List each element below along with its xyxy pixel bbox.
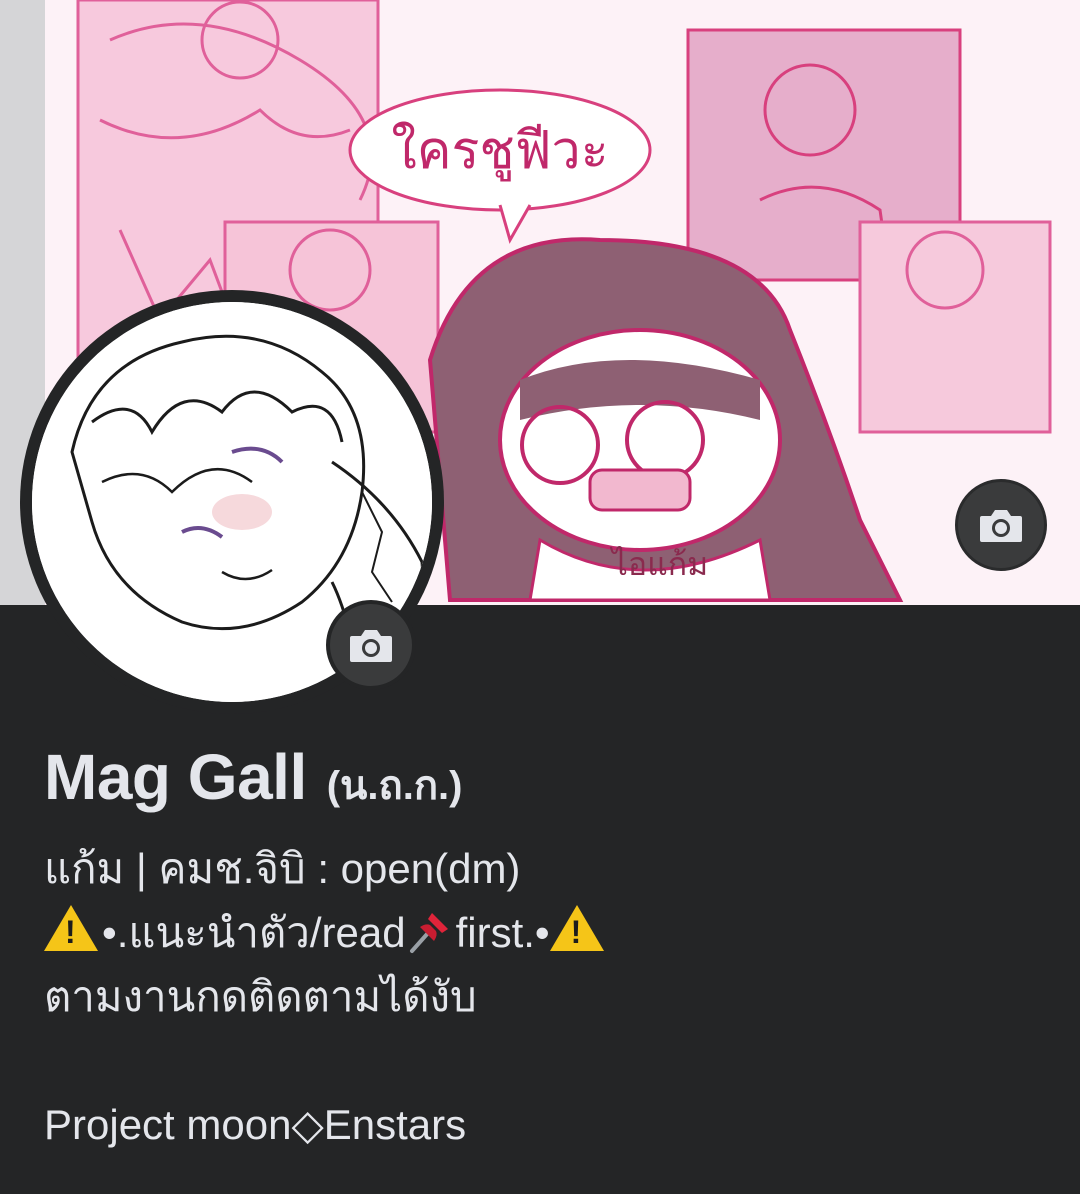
profile-bio: แก้ม | คมช.จิบิ : open(dm) •.แนะนำตัว/re… bbox=[44, 837, 1044, 1157]
cover-shirt-text: ไอแก้ม bbox=[609, 545, 708, 583]
bio-line-2-part-2: first.• bbox=[455, 909, 550, 956]
bio-line-2-part-1: •.แนะนำตัว/read bbox=[102, 909, 406, 956]
profile-name: Mag Gall bbox=[44, 741, 307, 813]
edit-profile-picture-button[interactable] bbox=[326, 600, 416, 690]
profile-name-row: Mag Gall (น.ถ.ก.) bbox=[44, 740, 1044, 817]
bio-line-1: แก้ม | คมช.จิบิ : open(dm) bbox=[44, 845, 521, 892]
profile-alternate-name: (น.ถ.ก.) bbox=[326, 764, 463, 808]
pushpin-icon bbox=[409, 913, 448, 953]
warning-icon bbox=[549, 905, 604, 951]
cover-speech-text: ใครชูฟีวะ bbox=[391, 121, 608, 182]
camera-icon bbox=[350, 630, 392, 662]
warning-icon bbox=[44, 905, 98, 951]
camera-icon bbox=[980, 510, 1022, 542]
bio-line-3: ตามงานกดติดตามได้งับ bbox=[44, 973, 477, 1020]
bio-blank-line bbox=[44, 1029, 1044, 1093]
bio-line-2: •.แนะนำตัว/read first.• bbox=[44, 901, 1044, 965]
edit-cover-photo-button[interactable] bbox=[955, 479, 1047, 571]
bio-line-5: Project moon◇Enstars bbox=[44, 1101, 467, 1148]
profile-info: Mag Gall (น.ถ.ก.) แก้ม | คมช.จิบิ : open… bbox=[44, 740, 1044, 1157]
